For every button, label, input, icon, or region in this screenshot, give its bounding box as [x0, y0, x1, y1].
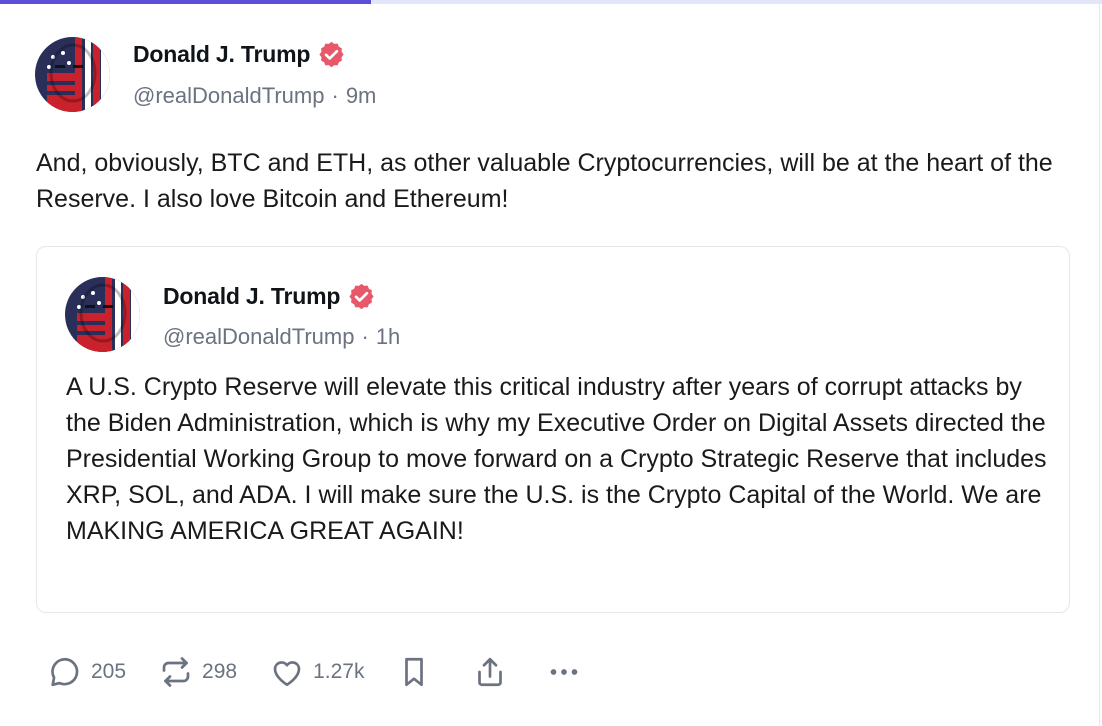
author-name-row: Donald J. Trump	[133, 40, 346, 69]
quoted-author-name[interactable]: Donald J. Trump	[163, 283, 340, 310]
quoted-post-body: A U.S. Crypto Reserve will elevate this …	[66, 373, 1047, 545]
more-icon	[546, 654, 582, 690]
quoted-author-meta: @realDonaldTrump · 1h	[163, 324, 400, 350]
bookmark-icon	[396, 654, 432, 690]
like-button[interactable]: 1.27k	[269, 654, 364, 690]
reply-button[interactable]: 205	[47, 654, 126, 690]
like-icon	[269, 654, 305, 690]
post-card: Donald J. Trump @realDonaldTrump · 9m An…	[0, 0, 1102, 726]
author-avatar[interactable]	[35, 37, 110, 112]
post-body: And, obviously, BTC and ETH, as other va…	[36, 149, 1053, 213]
author-name[interactable]: Donald J. Trump	[133, 41, 310, 68]
meta-separator: ·	[331, 83, 339, 108]
quoted-author-avatar[interactable]	[65, 277, 140, 352]
meta-separator: ·	[361, 324, 369, 349]
post-timestamp[interactable]: 9m	[346, 83, 377, 109]
reply-count: 205	[91, 660, 127, 683]
author-meta: @realDonaldTrump · 9m	[133, 83, 376, 109]
quoted-post-timestamp[interactable]: 1h	[376, 324, 400, 350]
more-options-button[interactable]	[546, 654, 582, 690]
repost-icon	[158, 654, 194, 690]
like-count: 1.27k	[313, 660, 365, 683]
quoted-author-name-row: Donald J. Trump	[163, 282, 376, 311]
reply-icon	[47, 654, 83, 690]
verified-badge-icon	[347, 282, 376, 311]
share-button[interactable]	[472, 654, 508, 690]
quoted-author-handle[interactable]: @realDonaldTrump	[163, 324, 354, 350]
post-action-bar: 205 298 1.27k	[47, 650, 614, 694]
author-handle[interactable]: @realDonaldTrump	[133, 83, 324, 109]
repost-button[interactable]: 298	[158, 654, 237, 690]
share-icon	[472, 654, 508, 690]
repost-count: 298	[202, 660, 238, 683]
bookmark-button[interactable]	[396, 654, 432, 690]
verified-badge-icon	[317, 40, 346, 69]
